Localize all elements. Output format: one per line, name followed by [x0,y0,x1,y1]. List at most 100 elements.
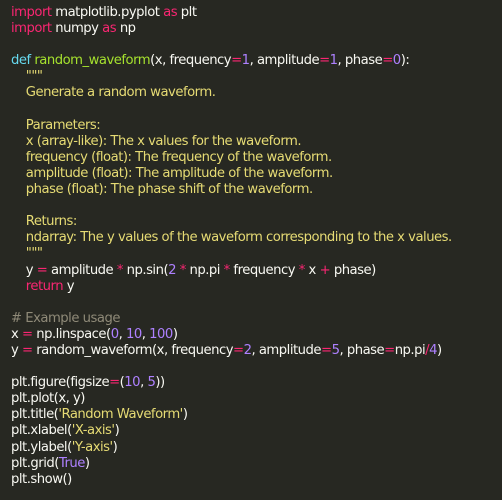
code-line: """ [11,69,502,85]
code-token: np.sin( [122,262,169,278]
code-line: """ [11,246,502,262]
code-token: as [163,5,178,20]
code-line: x = np.linspace(0, 10, 100) [11,327,502,343]
code-token: Parameters: [11,117,101,133]
code-token: 10 [125,326,142,342]
code-line: plt.xlabel('X-axis') [11,423,502,439]
code-line: import numpy as np [11,21,502,37]
code-token: ) [182,407,188,423]
code-token: = [36,262,48,278]
code-token: Returns: [11,214,78,230]
code-line: return y [11,279,502,295]
code-token: amplitude (float): The amplitude of the … [11,165,333,181]
code-line: plt.figure(figsize=(10, 5)) [11,375,502,391]
code-token: import [11,21,52,37]
code-token: ) [437,342,442,358]
code-token: x [304,262,320,278]
code-token: = [382,53,393,69]
code-token: plt.xlabel( [11,423,72,439]
code-token: True [58,455,86,471]
code-editor[interactable]: import matplotlib.pyplot as plt import nu… [0,0,502,500]
code-token: as [102,21,117,37]
code-token: 2 [168,262,176,278]
code-token: 10 [124,375,141,391]
code-line: frequency (float): The frequency of the … [11,150,502,166]
code-token: ): [400,53,410,69]
code-token: ) [172,326,178,342]
code-line: import matplotlib.pyplot as plt [11,5,502,21]
code-token: = [109,375,120,391]
code-token: np [116,21,136,37]
code-token: = [22,342,33,358]
code-token: plt.title( [11,407,59,423]
code-token: plt.grid( [11,455,59,471]
code-line: amplitude (float): The amplitude of the … [11,166,502,182]
code-token: 'Random Waveform' [58,407,183,423]
code-token: , phase [339,342,385,358]
code-token: 'X-axis' [71,423,115,439]
code-token: # Example usage [11,310,120,326]
code-line: plt.plot(x, y) [11,391,502,407]
code-line: y = random_waveform(x, frequency=2, ampl… [11,343,502,359]
code-token: np.linspace( [32,326,111,342]
code-token: = [22,326,33,342]
code-line: # Example usage [11,311,502,327]
code-token: plt [177,5,197,20]
code-token: y [63,278,75,294]
code-token: plt.show() [11,471,72,487]
code-token: ) [84,455,90,471]
code-token: 'Y-axis' [71,439,113,455]
code-token: + [319,262,331,278]
code-token: 1 [329,53,338,69]
code-line: phase (float): The phase shift of the wa… [11,182,502,198]
code-token: frequency [229,262,299,278]
code-token: y [11,342,22,358]
code-token: 0 [392,53,401,69]
code-line: def random_waveform(x, frequency=1, ampl… [11,53,502,69]
code-token: = [231,53,242,69]
code-token: , [118,326,126,342]
code-line: Generate a random waveform. [11,85,502,101]
code-line: plt.grid(True) [11,456,502,472]
code-token: Generate a random waveform. [11,85,216,101]
code-token: x (array-like): The x values for the wav… [11,133,302,149]
code-line: x (array-like): The x values for the wav… [11,134,502,150]
code-token: """ [11,246,43,262]
code-token: )) [155,375,165,391]
code-token: import [11,5,52,20]
code-line: y = amplitude * np.sin(2 * np.pi * frequ… [11,263,502,279]
code-token: return [11,278,64,294]
code-token: 0 [110,326,119,342]
code-token: ) [112,439,118,455]
code-token: 4 [429,342,438,358]
code-token: amplitude [47,262,117,278]
code-token: ndarray: The y values of the waveform co… [11,230,452,246]
code-line: Returns: [11,214,502,230]
code-token: frequency (float): The frequency of the … [11,149,332,165]
code-token: (x, frequency [150,53,232,69]
code-token: np.pi [185,262,224,278]
code-token: phase (float): The phase shift of the wa… [11,182,313,198]
code-token: ) [114,423,120,439]
code-token: plt.ylabel( [11,439,72,455]
code-token: = [321,342,332,358]
code-line: plt.title('Random Waveform') [11,407,502,423]
code-token: = [384,342,395,358]
code-token: phase) [330,262,376,278]
code-line: Parameters: [11,118,502,134]
code-token: np.pi [394,342,426,358]
code-token: plt.figure(figsize [11,375,110,391]
code-token: random_waveform(x, frequency [32,342,234,358]
code-token: 100 [149,326,173,342]
code-line: ndarray: The y values of the waveform co… [11,230,502,246]
code-token: = [319,53,330,69]
code-token: y [11,262,37,278]
code-token: """ [11,69,43,85]
code-token: 1 [241,53,250,69]
code-token: numpy [51,21,103,37]
code-token: = [233,342,244,358]
